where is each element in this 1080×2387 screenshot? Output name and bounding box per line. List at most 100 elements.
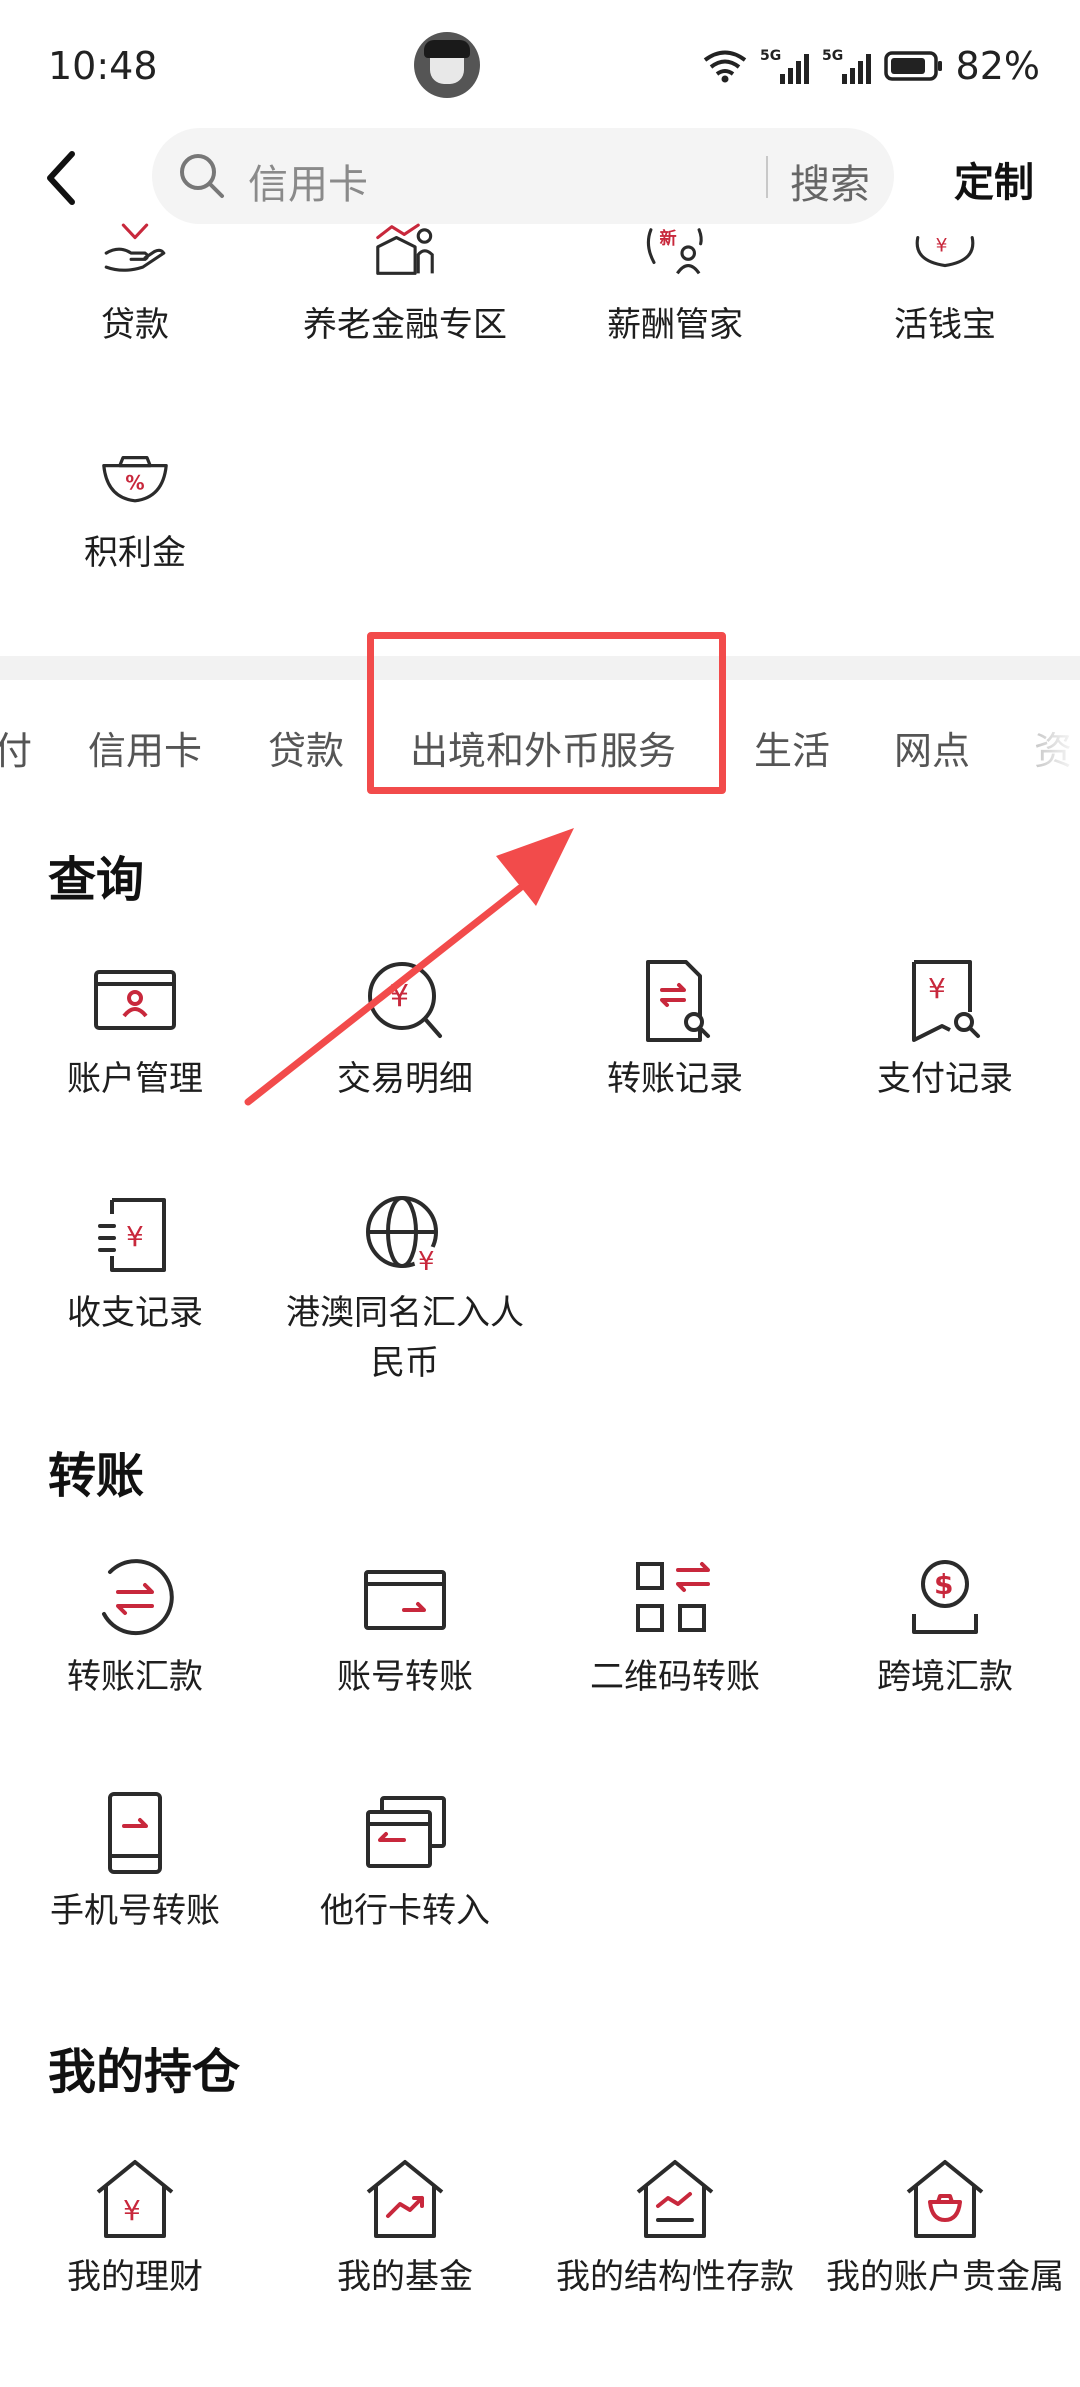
globe-yen-icon: ¥ bbox=[366, 1196, 442, 1277]
grid-item-my-wealth[interactable]: ¥ 我的理财 bbox=[0, 2154, 270, 2302]
status-time: 10:48 bbox=[48, 44, 158, 88]
grid-item-label: 收支记录 bbox=[67, 1293, 203, 1333]
grid-item-my-precious-metals[interactable]: 我的账户贵金属 bbox=[810, 2154, 1080, 2302]
tab-payment[interactable]: 付 bbox=[0, 720, 32, 775]
income-expense-icon: ¥ bbox=[98, 1198, 166, 1272]
grid-item-phone-transfer[interactable]: 手机号转账 bbox=[0, 1788, 270, 1936]
grid-item-hk-macau-remittance[interactable]: ¥ 港澳同名汇入人民币 bbox=[270, 1190, 540, 1388]
grid-item-payment-records[interactable]: ¥ 支付记录 bbox=[810, 956, 1080, 1104]
grid-item-account-management[interactable]: 账户管理 bbox=[0, 956, 270, 1104]
grid-item-label: 我的理财 bbox=[67, 2257, 203, 2297]
grid-item-label: 贷款 bbox=[101, 305, 169, 345]
house-trend-icon bbox=[366, 2160, 444, 2238]
grid-item-label: 我的基金 bbox=[337, 2257, 473, 2297]
grid-item-label: 二维码转账 bbox=[590, 1657, 760, 1697]
network-label-1: 5G bbox=[760, 48, 781, 64]
grid-item-cross-border-remit[interactable]: $ 跨境汇款 bbox=[810, 1554, 1080, 1702]
grid-item-label: 我的结构性存款 bbox=[556, 2257, 794, 2297]
tab-life[interactable]: 生活 bbox=[754, 720, 830, 775]
loan-hand-icon bbox=[104, 223, 166, 272]
grid-item-transaction-details[interactable]: ¥ 交易明细 bbox=[270, 956, 540, 1104]
grid-item-label: 跨境汇款 bbox=[877, 1657, 1013, 1697]
signal-5g-icon-2: 5G bbox=[822, 48, 871, 84]
grid-item-my-structured-deposit[interactable]: 我的结构性存款 bbox=[540, 2154, 810, 2302]
grid-item-label: 转账记录 bbox=[607, 1059, 743, 1099]
grid-item-label: 港澳同名汇入人民币 bbox=[286, 1293, 524, 1383]
svg-text:¥: ¥ bbox=[126, 1220, 144, 1253]
grid-item-label: 转账汇款 bbox=[67, 1657, 203, 1697]
grid-item-label: 交易明细 bbox=[337, 1059, 473, 1099]
grid-item-salary[interactable]: 新 薪酬管家 bbox=[540, 222, 810, 350]
status-indicators: 5G 5G 82% bbox=[702, 44, 1040, 88]
account-transfer-icon bbox=[364, 1570, 446, 1630]
svg-text:¥: ¥ bbox=[936, 236, 948, 257]
house-chart-icon bbox=[636, 2160, 714, 2238]
header: 信用卡 搜索 定制 bbox=[0, 128, 1080, 228]
svg-text:¥: ¥ bbox=[928, 972, 946, 1005]
transfer-doc-icon bbox=[646, 960, 710, 1042]
payment-record-icon: ¥ bbox=[912, 960, 980, 1042]
section-title-query: 查询 bbox=[48, 852, 145, 908]
search-icon bbox=[180, 154, 224, 198]
customize-button[interactable]: 定制 bbox=[954, 150, 1034, 208]
yen-purse-icon: ¥ bbox=[915, 236, 975, 268]
grid-item-label: 账户管理 bbox=[67, 1059, 203, 1099]
section-title-transfer: 转账 bbox=[48, 1448, 145, 1504]
search-input[interactable]: 信用卡 搜索 bbox=[152, 128, 894, 224]
grid-item-transfer-remit[interactable]: 转账汇款 bbox=[0, 1554, 270, 1702]
qr-transfer-icon bbox=[636, 1562, 710, 1632]
svg-text:$: $ bbox=[934, 1568, 953, 1601]
transfer-circle-icon bbox=[102, 1559, 174, 1636]
grid-item-my-funds[interactable]: 我的基金 bbox=[270, 2154, 540, 2302]
other-card-icon bbox=[366, 1796, 446, 1868]
grid-item-other-bank-card[interactable]: 他行卡转入 bbox=[270, 1788, 540, 1936]
grid-item-qr-transfer[interactable]: 二维码转账 bbox=[540, 1554, 810, 1702]
grid-item-huoqianbao[interactable]: ¥ 活钱宝 bbox=[810, 222, 1080, 350]
svg-text:¥: ¥ bbox=[418, 1247, 435, 1277]
salary-new-icon: 新 bbox=[646, 228, 703, 275]
grid-item-jilijin[interactable]: % 积利金 bbox=[0, 448, 270, 578]
back-icon[interactable] bbox=[38, 146, 88, 210]
tab-loan[interactable]: 贷款 bbox=[268, 720, 344, 775]
grid-item-label: 养老金融专区 bbox=[303, 305, 507, 345]
grid-item-label: 支付记录 bbox=[877, 1059, 1013, 1099]
grid-item-label: 账号转账 bbox=[337, 1657, 473, 1697]
svg-text:新: 新 bbox=[659, 228, 676, 249]
svg-text:¥: ¥ bbox=[123, 2194, 141, 2227]
grid-item-label: 他行卡转入 bbox=[320, 1891, 490, 1931]
search-button[interactable]: 搜索 bbox=[790, 152, 870, 210]
grid-item-label: 薪酬管家 bbox=[607, 305, 743, 345]
grid-item-label: 活钱宝 bbox=[894, 305, 996, 345]
phone-transfer-icon bbox=[108, 1792, 162, 1874]
wifi-icon bbox=[703, 50, 746, 83]
signal-5g-icon: 5G bbox=[760, 48, 809, 84]
grid-item-pension[interactable]: 养老金融专区 bbox=[270, 222, 540, 350]
yen-search-icon: ¥ bbox=[368, 962, 442, 1038]
house-gold-icon bbox=[906, 2160, 984, 2238]
search-placeholder: 信用卡 bbox=[248, 162, 368, 208]
grid-item-income-expense[interactable]: ¥ 收支记录 bbox=[0, 1190, 270, 1338]
network-label-2: 5G bbox=[822, 48, 843, 64]
svg-text:¥: ¥ bbox=[390, 979, 409, 1014]
grid-item-label: 积利金 bbox=[84, 533, 186, 573]
house-yen-icon: ¥ bbox=[96, 2160, 174, 2238]
grid-item-label: 我的账户贵金属 bbox=[826, 2257, 1064, 2297]
status-bar: 10:48 5G 5G 82% bbox=[0, 0, 1080, 130]
grid-item-label: 手机号转账 bbox=[50, 1891, 220, 1931]
section-title-holdings: 我的持仓 bbox=[48, 2044, 241, 2100]
gold-ingot-icon: % bbox=[102, 456, 168, 503]
svg-text:%: % bbox=[125, 472, 144, 495]
account-card-icon bbox=[94, 970, 176, 1030]
tab-branch[interactable]: 网点 bbox=[894, 720, 970, 775]
annotation-highlight-box bbox=[367, 632, 726, 794]
search-divider bbox=[766, 156, 768, 198]
battery-percent: 82% bbox=[955, 44, 1040, 88]
grid-item-loan[interactable]: 贷款 bbox=[0, 222, 270, 350]
dollar-cross-border-icon: $ bbox=[912, 1560, 978, 1634]
battery-icon bbox=[883, 51, 942, 81]
tab-fade-overlay bbox=[1010, 690, 1080, 800]
grid-item-account-transfer[interactable]: 账号转账 bbox=[270, 1554, 540, 1702]
grid-item-transfer-records[interactable]: 转账记录 bbox=[540, 956, 810, 1104]
pension-house-icon bbox=[376, 223, 434, 275]
tab-credit-card[interactable]: 信用卡 bbox=[88, 720, 202, 775]
